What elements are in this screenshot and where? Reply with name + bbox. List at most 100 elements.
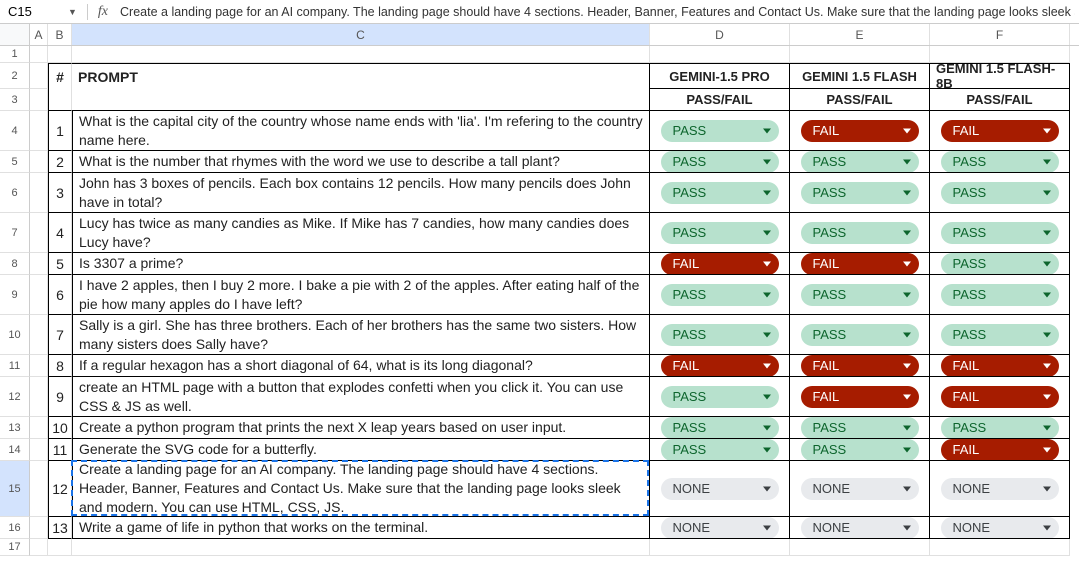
cell[interactable]	[790, 539, 930, 556]
cell-result-2[interactable]: NONE	[930, 517, 1070, 539]
col-header-F[interactable]: F	[930, 24, 1070, 45]
cell-result-2[interactable]: PASS	[930, 275, 1070, 315]
cell-result-1[interactable]: NONE	[790, 517, 930, 539]
cell-prompt[interactable]: What is the number that rhymes with the …	[72, 151, 650, 173]
header-prompt-merge[interactable]	[72, 89, 650, 111]
status-dropdown[interactable]: NONE	[801, 517, 919, 539]
cell[interactable]	[30, 253, 48, 275]
status-dropdown[interactable]: FAIL	[941, 386, 1059, 408]
status-dropdown[interactable]: NONE	[661, 517, 779, 539]
row-header[interactable]: 17	[0, 539, 30, 556]
cell-result-1[interactable]: PASS	[790, 439, 930, 461]
cell-result-0[interactable]: PASS	[650, 439, 790, 461]
cell-result-1[interactable]: PASS	[790, 275, 930, 315]
header-model-0[interactable]: GEMINI-1.5 PRO	[650, 63, 790, 89]
cell[interactable]	[48, 539, 72, 556]
cell-result-0[interactable]: NONE	[650, 517, 790, 539]
cell-result-2[interactable]: NONE	[930, 461, 1070, 517]
row-header[interactable]: 11	[0, 355, 30, 377]
status-dropdown[interactable]: NONE	[941, 517, 1059, 539]
cell-result-0[interactable]: PASS	[650, 377, 790, 417]
col-header-D[interactable]: D	[650, 24, 790, 45]
status-dropdown[interactable]: PASS	[661, 222, 779, 244]
status-dropdown[interactable]: PASS	[941, 151, 1059, 173]
cell[interactable]	[30, 355, 48, 377]
cell[interactable]	[30, 315, 48, 355]
cell-num[interactable]: 2	[48, 151, 72, 173]
header-passfail-0[interactable]: PASS/FAIL	[650, 89, 790, 111]
cell-prompt[interactable]: Write a game of life in python that work…	[72, 517, 650, 539]
cell-result-0[interactable]: FAIL	[650, 355, 790, 377]
status-dropdown[interactable]: FAIL	[941, 355, 1059, 377]
cell[interactable]	[30, 517, 48, 539]
status-dropdown[interactable]: FAIL	[801, 386, 919, 408]
cell-result-2[interactable]: PASS	[930, 173, 1070, 213]
status-dropdown[interactable]: PASS	[661, 439, 779, 461]
row-header[interactable]: 15	[0, 461, 30, 517]
cell[interactable]	[930, 539, 1070, 556]
row-header[interactable]: 1	[0, 46, 30, 63]
cell-prompt[interactable]: Lucy has twice as many candies as Mike. …	[72, 213, 650, 253]
cell-result-2[interactable]: PASS	[930, 253, 1070, 275]
status-dropdown[interactable]: NONE	[941, 478, 1059, 500]
cell-num[interactable]: 3	[48, 173, 72, 213]
status-dropdown[interactable]: FAIL	[801, 253, 919, 275]
status-dropdown[interactable]: FAIL	[661, 253, 779, 275]
cell-num[interactable]: 5	[48, 253, 72, 275]
cell-result-0[interactable]: PASS	[650, 417, 790, 439]
select-all-corner[interactable]	[0, 24, 30, 45]
header-prompt[interactable]: PROMPT	[72, 63, 650, 89]
cell-result-0[interactable]: PASS	[650, 213, 790, 253]
row-header[interactable]: 16	[0, 517, 30, 539]
status-dropdown[interactable]: PASS	[941, 417, 1059, 439]
fx-icon[interactable]: fx	[94, 4, 112, 20]
cell[interactable]	[30, 46, 48, 63]
cell-result-1[interactable]: FAIL	[790, 377, 930, 417]
row-header[interactable]: 8	[0, 253, 30, 275]
cell-prompt[interactable]: Is 3307 a prime?	[72, 253, 650, 275]
cell-result-1[interactable]: FAIL	[790, 111, 930, 151]
cell-result-0[interactable]: PASS	[650, 315, 790, 355]
col-header-B[interactable]: B	[48, 24, 72, 45]
cell[interactable]	[30, 213, 48, 253]
cell[interactable]	[650, 539, 790, 556]
cell[interactable]	[30, 111, 48, 151]
status-dropdown[interactable]: PASS	[801, 182, 919, 204]
status-dropdown[interactable]: FAIL	[941, 439, 1059, 461]
cell-result-0[interactable]: FAIL	[650, 253, 790, 275]
status-dropdown[interactable]: PASS	[801, 439, 919, 461]
status-dropdown[interactable]: PASS	[661, 151, 779, 173]
cell-num[interactable]: 8	[48, 355, 72, 377]
status-dropdown[interactable]: PASS	[801, 417, 919, 439]
status-dropdown[interactable]: FAIL	[941, 120, 1059, 142]
status-dropdown[interactable]: NONE	[801, 478, 919, 500]
cell[interactable]	[790, 46, 930, 63]
cell[interactable]	[930, 46, 1070, 63]
cell-num[interactable]: 4	[48, 213, 72, 253]
status-dropdown[interactable]: PASS	[661, 284, 779, 306]
formula-input[interactable]: Create a landing page for an AI company.…	[118, 3, 1075, 21]
status-dropdown[interactable]: FAIL	[801, 355, 919, 377]
cell[interactable]	[30, 173, 48, 213]
cell-result-2[interactable]: FAIL	[930, 439, 1070, 461]
row-header[interactable]: 12	[0, 377, 30, 417]
cell-num[interactable]: 6	[48, 275, 72, 315]
status-dropdown[interactable]: PASS	[661, 386, 779, 408]
cell-result-1[interactable]: PASS	[790, 315, 930, 355]
row-header[interactable]: 10	[0, 315, 30, 355]
cell-prompt[interactable]: I have 2 apples, then I buy 2 more. I ba…	[72, 275, 650, 315]
status-dropdown[interactable]: PASS	[941, 284, 1059, 306]
row-header[interactable]: 5	[0, 151, 30, 173]
cell[interactable]	[30, 439, 48, 461]
header-passfail-1[interactable]: PASS/FAIL	[790, 89, 930, 111]
header-passfail-2[interactable]: PASS/FAIL	[930, 89, 1070, 111]
cell[interactable]	[72, 46, 650, 63]
cell-prompt[interactable]: Sally is a girl. She has three brothers.…	[72, 315, 650, 355]
cell[interactable]	[30, 539, 48, 556]
col-header-E[interactable]: E	[790, 24, 930, 45]
cell-num[interactable]: 7	[48, 315, 72, 355]
cell-result-1[interactable]: FAIL	[790, 355, 930, 377]
status-dropdown[interactable]: PASS	[941, 182, 1059, 204]
status-dropdown[interactable]: PASS	[941, 253, 1059, 275]
cell-prompt[interactable]: What is the capital city of the country …	[72, 111, 650, 151]
